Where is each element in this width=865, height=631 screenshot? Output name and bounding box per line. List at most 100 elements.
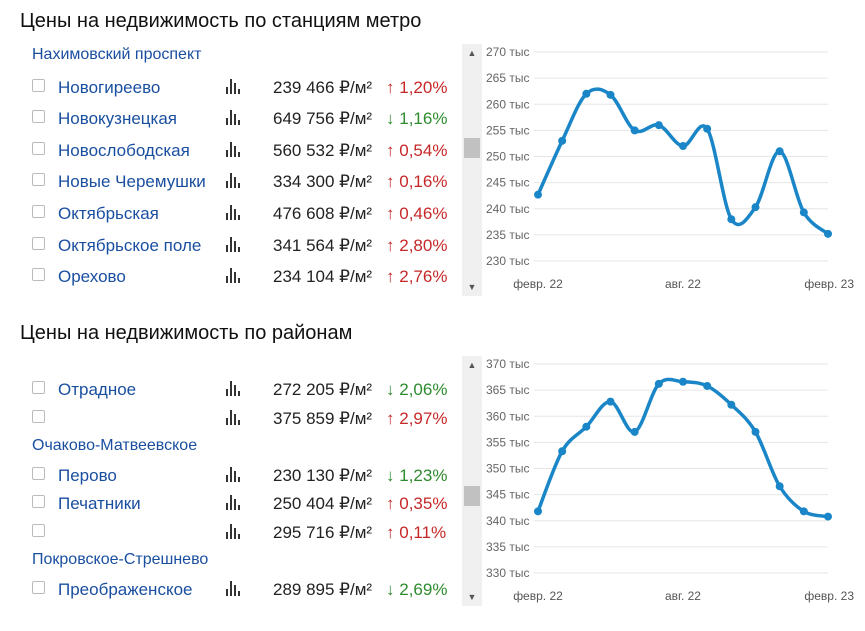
y-tick-label: 230 тыс <box>486 254 529 268</box>
item-checkbox[interactable] <box>32 141 45 155</box>
item-name-link[interactable]: Преображенское <box>58 580 192 600</box>
metro-section-title: Цены на недвижимость по станциям метро <box>20 10 422 32</box>
list-item[interactable]: Новослободская 560 532 ₽/м² ↑ 0,54% <box>20 139 460 163</box>
list-item[interactable]: 295 716 ₽/м² ↑ 0,11% <box>20 521 460 545</box>
list-item[interactable]: Печатники 250 404 ₽/м² ↑ 0,35% <box>20 492 460 516</box>
item-checkbox[interactable] <box>32 409 45 423</box>
metro-list: Нахимовский проспект Новогиреево 239 466 ₽… <box>20 44 460 296</box>
list-item[interactable]: Отрадное 272 205 ₽/м² ↓ 2,06% <box>20 378 460 402</box>
change-percent: 0,35% <box>399 494 448 513</box>
data-point <box>534 190 542 199</box>
scroll-down-arrow[interactable]: ▼ <box>462 590 482 604</box>
item-price: 560 532 ₽/м² <box>273 140 373 160</box>
y-tick-label: 340 тыс <box>486 514 529 528</box>
list-item[interactable]: Новогиреево 239 466 ₽/м² ↑ 1,20% <box>20 76 460 100</box>
item-change: ↑ 2,80% <box>386 236 447 256</box>
group-label: Очаково-Матвеевское <box>32 437 198 454</box>
metro-section: Цены на недвижимость по станциям метро Н… <box>0 0 865 300</box>
item-name-link[interactable]: Новокузнецкая <box>58 109 177 129</box>
data-point <box>727 215 736 224</box>
list-item[interactable]: Преображенское 289 895 ₽/м² ↓ 2,69% <box>20 578 460 602</box>
y-tick-label: 355 тыс <box>486 435 529 449</box>
change-percent: 2,76% <box>399 267 448 287</box>
bar-chart-icon[interactable] <box>226 494 242 510</box>
item-checkbox[interactable] <box>32 236 45 250</box>
item-price: 295 716 ₽/м² <box>273 522 373 542</box>
item-checkbox[interactable] <box>32 268 45 282</box>
item-name-link[interactable]: Новые Черемушки <box>58 172 206 192</box>
bar-chart-icon[interactable] <box>226 466 242 482</box>
bar-chart-icon[interactable] <box>226 380 242 396</box>
data-point <box>534 507 542 516</box>
y-tick-label: 370 тыс <box>486 357 529 371</box>
item-checkbox[interactable] <box>32 110 45 124</box>
y-tick-label: 265 тыс <box>486 71 529 85</box>
item-change: ↑ 1,20% <box>386 78 447 98</box>
list-group-header: Очаково-Матвеевское <box>20 435 460 459</box>
scroll-down-arrow[interactable]: ▼ <box>462 280 482 294</box>
scroll-thumb[interactable] <box>464 138 480 158</box>
item-name-link[interactable]: Новогиреево <box>58 78 160 98</box>
item-checkbox[interactable] <box>32 173 45 187</box>
item-checkbox[interactable] <box>32 205 45 218</box>
bar-chart-icon[interactable] <box>226 141 242 157</box>
item-name-link[interactable]: Перово <box>58 466 117 486</box>
scroll-up-arrow[interactable]: ▲ <box>462 358 482 372</box>
bar-chart-icon[interactable] <box>226 204 242 220</box>
districts-scrollbar[interactable]: ▲ ▼ <box>462 356 482 606</box>
item-checkbox[interactable] <box>32 580 45 594</box>
item-change: ↑ 0,11% <box>386 523 446 543</box>
item-checkbox[interactable] <box>32 381 45 394</box>
y-tick-label: 330 тыс <box>486 566 529 580</box>
bar-chart-icon[interactable] <box>226 580 242 596</box>
metro-scrollbar[interactable]: ▲ ▼ <box>462 44 482 296</box>
data-point <box>606 90 615 99</box>
bar-chart-icon[interactable] <box>226 109 242 126</box>
item-price: 234 104 ₽/м² <box>273 267 373 287</box>
data-point <box>582 89 591 98</box>
list-group-header: Покровское-Стрешнево <box>20 549 460 573</box>
item-price: 250 404 ₽/м² <box>273 494 373 513</box>
item-name-link[interactable]: Отрадное <box>58 380 136 400</box>
item-price: 375 859 ₽/м² <box>273 408 373 428</box>
change-arrow-icon: ↓ <box>386 579 395 599</box>
data-point <box>582 422 591 431</box>
data-point <box>799 507 808 516</box>
list-item[interactable]: 375 859 ₽/м² ↑ 2,97% <box>20 407 460 431</box>
item-name-link[interactable]: Орехово <box>58 267 126 287</box>
list-item[interactable]: Новые Черемушки 334 300 ₽/м² ↑ 0,16% <box>20 170 460 194</box>
item-checkbox[interactable] <box>32 523 45 537</box>
change-arrow-icon: ↑ <box>386 494 395 513</box>
bar-chart-icon[interactable] <box>226 523 242 539</box>
y-tick-label: 270 тыс <box>486 45 529 59</box>
item-price: 341 564 ₽/м² <box>273 235 373 255</box>
bar-chart-icon[interactable] <box>226 409 242 425</box>
item-name-link[interactable]: Печатники <box>58 494 141 514</box>
change-arrow-icon: ↑ <box>386 77 395 97</box>
item-checkbox[interactable] <box>32 78 45 92</box>
list-item[interactable]: Орехово 234 104 ₽/м² ↑ 2,76% <box>20 265 460 289</box>
bar-chart-icon[interactable] <box>226 236 242 252</box>
y-tick-label: 350 тыс <box>486 462 529 476</box>
districts-price-chart: 330 тыс 335 тыс 340 тыс 345 тыс 350 тыс 355 т… <box>486 357 854 603</box>
list-item[interactable]: Новокузнецкая 649 756 ₽/м² ↓ 1,16% <box>20 107 460 131</box>
item-checkbox[interactable] <box>32 466 45 480</box>
data-point <box>799 208 808 217</box>
data-point <box>630 126 639 135</box>
x-tick-label: авг. 22 <box>665 589 701 603</box>
item-price: 272 205 ₽/м² <box>273 380 373 399</box>
item-name-link[interactable]: Октябрьское поле <box>58 236 201 256</box>
bar-chart-icon[interactable] <box>226 78 242 94</box>
bar-chart-icon[interactable] <box>226 267 242 284</box>
item-checkbox[interactable] <box>32 495 45 508</box>
bar-chart-icon[interactable] <box>226 172 242 189</box>
item-name-link[interactable]: Новослободская <box>58 141 190 161</box>
scroll-thumb[interactable] <box>464 486 480 506</box>
y-tick-label: 260 тыс <box>486 97 529 111</box>
list-item[interactable]: Перово 230 130 ₽/м² ↓ 1,23% <box>20 464 460 488</box>
data-point <box>606 397 615 406</box>
list-item[interactable]: Октябрьская 476 608 ₽/м² ↑ 0,46% <box>20 202 460 226</box>
list-item[interactable]: Октябрьское поле 341 564 ₽/м² ↑ 2,80% <box>20 234 460 258</box>
item-name-link[interactable]: Октябрьская <box>58 204 159 224</box>
scroll-up-arrow[interactable]: ▲ <box>462 46 482 60</box>
